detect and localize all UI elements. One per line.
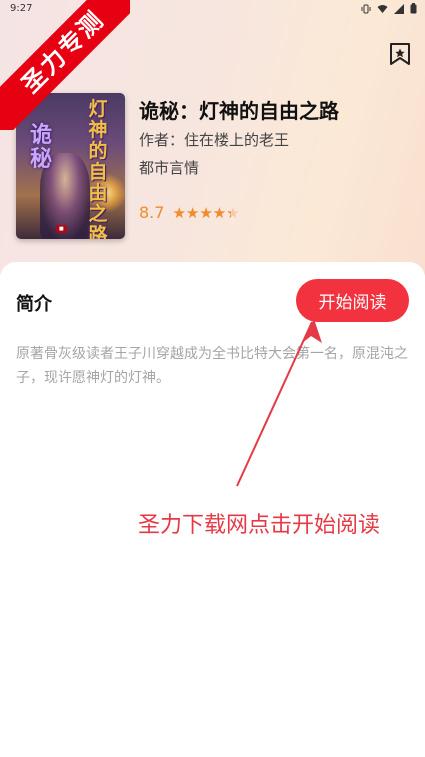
- start-reading-button[interactable]: 开始阅读: [296, 279, 409, 322]
- status-icons: [361, 3, 417, 18]
- book-title: 诡秘：灯神的自由之路: [139, 99, 339, 123]
- rating-value: 8.7: [139, 203, 165, 222]
- intro-heading: 简介: [16, 294, 52, 315]
- cover-publisher-logo: ■: [56, 225, 67, 233]
- battery-icon: [410, 3, 417, 18]
- rating: 8.7 ★★★★★ ★★★★★: [139, 203, 240, 222]
- wifi-icon: [377, 4, 388, 18]
- promo-annotation: 圣力下载网点击开始阅读: [138, 513, 381, 538]
- bookmark-star-icon[interactable]: [389, 42, 411, 66]
- vibrate-icon: [361, 4, 371, 18]
- cover-title-line2: 诡秘: [29, 122, 52, 172]
- corner-ribbon: 圣力专测: [0, 0, 130, 130]
- rating-stars: ★★★★★ ★★★★★: [172, 204, 239, 222]
- ribbon-label: 圣力专测: [0, 0, 130, 130]
- intro-text: 原著骨灰级读者王子川穿越成为全书比特大会第一名，原混沌之子，现许愿神灯的灯神。: [16, 346, 408, 386]
- book-author: 作者：住在楼上的老王: [139, 131, 290, 149]
- book-category[interactable]: 都市言情: [139, 157, 199, 178]
- stars-filled-icon: ★★★★★: [172, 203, 231, 222]
- signal-icon: [394, 3, 404, 18]
